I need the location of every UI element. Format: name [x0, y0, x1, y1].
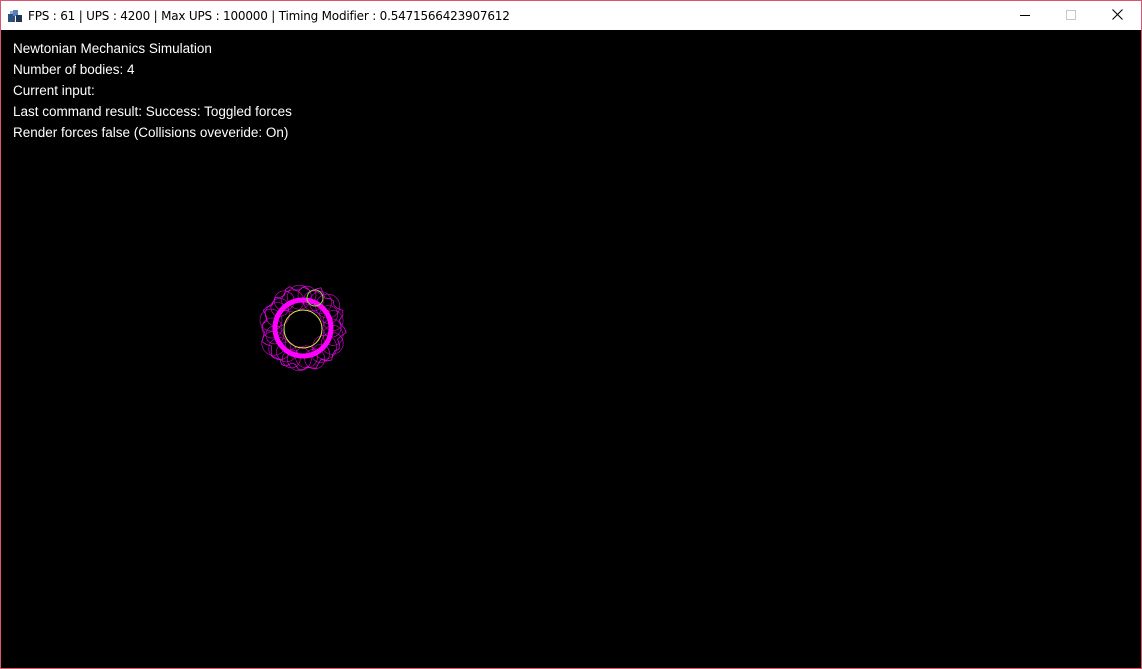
secondary-body	[283, 309, 323, 349]
simulation-bodies	[259, 284, 347, 372]
maximize-button[interactable]	[1048, 1, 1094, 30]
title-bar[interactable]: FPS : 61 | UPS : 4200 | Max UPS : 100000…	[1, 1, 1141, 30]
maximize-icon	[1066, 9, 1076, 23]
close-button[interactable]	[1094, 1, 1140, 30]
java-app-icon[interactable]	[7, 8, 23, 24]
close-icon	[1111, 8, 1123, 23]
minimize-button[interactable]	[1002, 1, 1048, 30]
window-title: FPS : 61 | UPS : 4200 | Max UPS : 100000…	[28, 9, 510, 23]
simulation-canvas[interactable]: Newtonian Mechanics Simulation Number of…	[1, 30, 1141, 668]
application-window: FPS : 61 | UPS : 4200 | Max UPS : 100000…	[0, 0, 1142, 669]
minimize-icon	[1020, 9, 1030, 23]
